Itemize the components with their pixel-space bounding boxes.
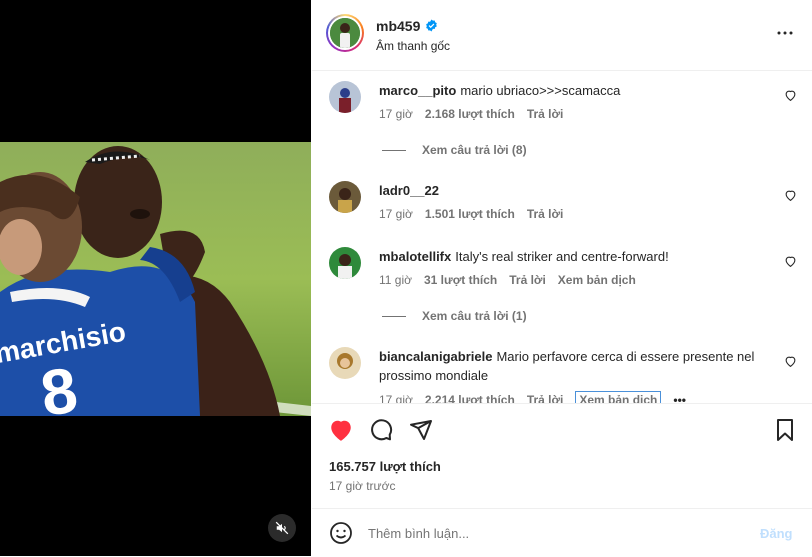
share-icon[interactable]: [409, 418, 433, 442]
heart-outline-icon[interactable]: [784, 355, 797, 368]
post-media[interactable]: marchisio 8: [0, 0, 311, 556]
action-bar: [312, 403, 812, 454]
comment-username[interactable]: marco__pito: [379, 83, 456, 98]
video-frame[interactable]: marchisio 8: [0, 142, 311, 416]
heart-outline-icon[interactable]: [784, 89, 797, 102]
heart-outline-icon[interactable]: [784, 255, 797, 268]
speaker-muted-icon: [275, 521, 289, 535]
reply-button[interactable]: Trả lời: [527, 393, 564, 403]
comment-avatar[interactable]: [329, 81, 361, 113]
view-replies-button[interactable]: Xem câu trả lời (8): [382, 143, 527, 157]
comment-avatar[interactable]: [329, 347, 361, 379]
post-username[interactable]: mb459: [376, 18, 420, 34]
post-comment-button[interactable]: Đăng: [760, 526, 793, 541]
comment-likes[interactable]: 2.168 lượt thích: [425, 107, 515, 121]
comment-likes[interactable]: 2.214 lượt thích: [425, 393, 515, 403]
video-scene: marchisio 8: [0, 142, 311, 416]
translate-button[interactable]: Xem bản dịch: [575, 391, 662, 403]
post-time[interactable]: 17 giờ trước: [329, 479, 395, 493]
comment-time: 17 giờ: [379, 207, 413, 221]
comment-more-icon[interactable]: •••: [673, 393, 686, 403]
more-options-icon[interactable]: [776, 24, 794, 42]
emoji-icon[interactable]: [329, 521, 353, 545]
reply-button[interactable]: Trả lời: [509, 273, 546, 287]
audio-label[interactable]: Âm thanh gốc: [376, 39, 450, 53]
comment-bar: Đăng: [312, 508, 812, 557]
comment-time: 17 giờ: [379, 393, 413, 403]
reply-button[interactable]: Trả lời: [527, 207, 564, 221]
comment-time: 17 giờ: [379, 107, 413, 121]
comment-username[interactable]: biancalanigabriele: [379, 349, 492, 364]
comments-list[interactable]: marco__pito mario ubriaco>>>scamacca 17 g…: [312, 71, 812, 403]
heart-filled-icon[interactable]: [328, 418, 354, 442]
bookmark-icon[interactable]: [774, 418, 796, 442]
comment-avatar[interactable]: [329, 181, 361, 213]
comment-username[interactable]: ladr0__22: [379, 183, 439, 198]
translate-button[interactable]: Xem bản dịch: [558, 273, 636, 287]
comment-text: mario ubriaco>>>scamacca: [460, 83, 621, 98]
comment-username[interactable]: mbalotellifx: [379, 249, 451, 264]
view-replies-button[interactable]: Xem câu trả lời (1): [382, 309, 527, 323]
comment-input[interactable]: [368, 526, 728, 541]
comment-avatar[interactable]: [329, 247, 361, 279]
avatar: [330, 18, 360, 48]
mute-button[interactable]: [268, 514, 296, 542]
likes-count[interactable]: 165.757 lượt thích: [329, 459, 441, 474]
heart-outline-icon[interactable]: [784, 189, 797, 202]
verified-badge-icon: [426, 19, 437, 32]
reply-button[interactable]: Trả lời: [527, 107, 564, 121]
comment-likes[interactable]: 1.501 lượt thích: [425, 207, 515, 221]
comment-time: 11 giờ: [379, 273, 412, 287]
story-ring[interactable]: [326, 14, 364, 52]
comment-likes[interactable]: 31 lượt thích: [424, 273, 497, 287]
comment-icon[interactable]: [369, 418, 393, 442]
post-header: mb459 Âm thanh gốc: [312, 0, 812, 71]
comment-text: Italy's real striker and centre-forward!: [455, 249, 669, 264]
post-panel: mb459 Âm thanh gốc marco__pito mario ubri…: [312, 0, 812, 556]
